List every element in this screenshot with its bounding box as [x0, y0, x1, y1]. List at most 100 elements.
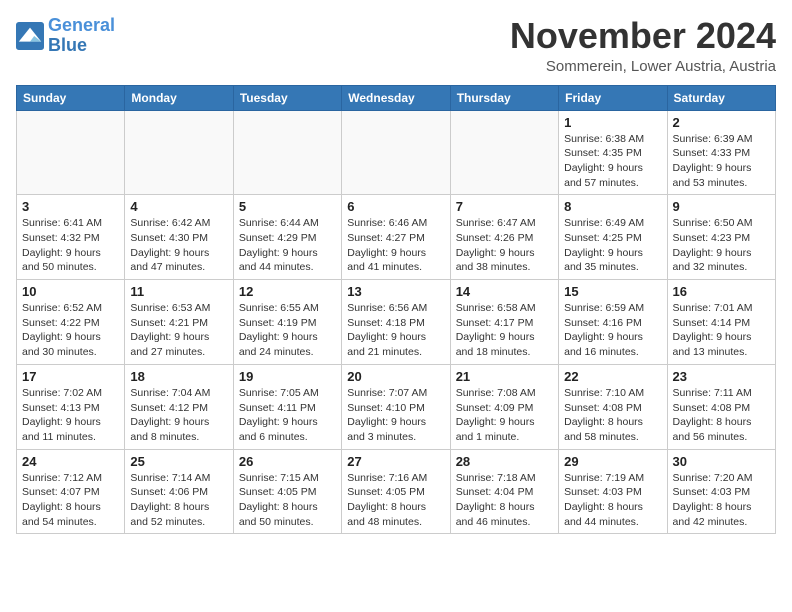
calendar-cell: 2 Sunrise: 6:39 AM Sunset: 4:33 PM Daylig… [667, 110, 775, 195]
calendar-cell: 12 Sunrise: 6:55 AM Sunset: 4:19 PM Dayli… [233, 280, 341, 365]
calendar-cell: 14 Sunrise: 6:58 AM Sunset: 4:17 PM Dayli… [450, 280, 558, 365]
day-info: Sunrise: 6:39 AM Sunset: 4:33 PM Dayligh… [673, 132, 770, 191]
calendar-cell: 29 Sunrise: 7:19 AM Sunset: 4:03 PM Dayli… [559, 449, 667, 534]
day-number: 18 [130, 369, 227, 384]
calendar-body: 1 Sunrise: 6:38 AM Sunset: 4:35 PM Daylig… [17, 110, 776, 534]
day-number: 19 [239, 369, 336, 384]
weekday-header-wednesday: Wednesday [342, 85, 450, 110]
weekday-header-saturday: Saturday [667, 85, 775, 110]
day-number: 29 [564, 454, 661, 469]
day-info: Sunrise: 6:44 AM Sunset: 4:29 PM Dayligh… [239, 216, 336, 275]
day-info: Sunrise: 6:53 AM Sunset: 4:21 PM Dayligh… [130, 301, 227, 360]
logo-line2: Blue [48, 35, 87, 55]
calendar-week-0: 1 Sunrise: 6:38 AM Sunset: 4:35 PM Daylig… [17, 110, 776, 195]
calendar-cell: 25Sunrise: 7:14 AM Sunset: 4:06 PM Dayli… [125, 449, 233, 534]
calendar-cell: 23 Sunrise: 7:11 AM Sunset: 4:08 PM Dayli… [667, 364, 775, 449]
day-number: 15 [564, 284, 661, 299]
day-info: Sunrise: 6:49 AM Sunset: 4:25 PM Dayligh… [564, 216, 661, 275]
day-number: 30 [673, 454, 770, 469]
title-block: November 2024 Sommerein, Lower Austria, … [510, 16, 776, 75]
calendar-cell: 4 Sunrise: 6:42 AM Sunset: 4:30 PM Daylig… [125, 195, 233, 280]
calendar-cell: 13Sunrise: 6:56 AM Sunset: 4:18 PM Dayli… [342, 280, 450, 365]
day-number: 1 [564, 115, 661, 130]
calendar-cell: 11Sunrise: 6:53 AM Sunset: 4:21 PM Dayli… [125, 280, 233, 365]
day-info: Sunrise: 6:38 AM Sunset: 4:35 PM Dayligh… [564, 132, 661, 191]
calendar-week-3: 17Sunrise: 7:02 AM Sunset: 4:13 PM Dayli… [17, 364, 776, 449]
calendar-week-1: 3Sunrise: 6:41 AM Sunset: 4:32 PM Daylig… [17, 195, 776, 280]
day-number: 4 [130, 199, 227, 214]
logo: General Blue [16, 16, 115, 56]
day-number: 23 [673, 369, 770, 384]
day-info: Sunrise: 7:08 AM Sunset: 4:09 PM Dayligh… [456, 386, 553, 445]
day-info: Sunrise: 7:14 AM Sunset: 4:06 PM Dayligh… [130, 471, 227, 530]
calendar-cell: 21 Sunrise: 7:08 AM Sunset: 4:09 PM Dayli… [450, 364, 558, 449]
day-number: 24 [22, 454, 119, 469]
calendar-cell [342, 110, 450, 195]
day-info: Sunrise: 7:04 AM Sunset: 4:12 PM Dayligh… [130, 386, 227, 445]
logo-line1: General [48, 15, 115, 35]
calendar-cell: 20 Sunrise: 7:07 AM Sunset: 4:10 PM Dayli… [342, 364, 450, 449]
calendar-cell: 1 Sunrise: 6:38 AM Sunset: 4:35 PM Daylig… [559, 110, 667, 195]
day-info: Sunrise: 6:58 AM Sunset: 4:17 PM Dayligh… [456, 301, 553, 360]
calendar-cell: 7 Sunrise: 6:47 AM Sunset: 4:26 PM Daylig… [450, 195, 558, 280]
day-number: 27 [347, 454, 444, 469]
calendar-cell: 8 Sunrise: 6:49 AM Sunset: 4:25 PM Daylig… [559, 195, 667, 280]
calendar-cell: 18 Sunrise: 7:04 AM Sunset: 4:12 PM Dayli… [125, 364, 233, 449]
day-info: Sunrise: 7:15 AM Sunset: 4:05 PM Dayligh… [239, 471, 336, 530]
logo-text: General Blue [48, 16, 115, 56]
day-number: 20 [347, 369, 444, 384]
day-number: 17 [22, 369, 119, 384]
calendar-cell: 9Sunrise: 6:50 AM Sunset: 4:23 PM Daylig… [667, 195, 775, 280]
day-number: 22 [564, 369, 661, 384]
day-info: Sunrise: 7:01 AM Sunset: 4:14 PM Dayligh… [673, 301, 770, 360]
weekday-header-monday: Monday [125, 85, 233, 110]
day-info: Sunrise: 7:19 AM Sunset: 4:03 PM Dayligh… [564, 471, 661, 530]
weekday-header-thursday: Thursday [450, 85, 558, 110]
day-info: Sunrise: 6:47 AM Sunset: 4:26 PM Dayligh… [456, 216, 553, 275]
month-title: November 2024 [510, 16, 776, 56]
day-number: 28 [456, 454, 553, 469]
day-info: Sunrise: 6:42 AM Sunset: 4:30 PM Dayligh… [130, 216, 227, 275]
calendar-cell: 24 Sunrise: 7:12 AM Sunset: 4:07 PM Dayli… [17, 449, 125, 534]
calendar-week-4: 24 Sunrise: 7:12 AM Sunset: 4:07 PM Dayli… [17, 449, 776, 534]
day-number: 26 [239, 454, 336, 469]
calendar-cell: 5 Sunrise: 6:44 AM Sunset: 4:29 PM Daylig… [233, 195, 341, 280]
day-info: Sunrise: 6:56 AM Sunset: 4:18 PM Dayligh… [347, 301, 444, 360]
calendar-cell [17, 110, 125, 195]
day-info: Sunrise: 7:10 AM Sunset: 4:08 PM Dayligh… [564, 386, 661, 445]
day-info: Sunrise: 6:41 AM Sunset: 4:32 PM Dayligh… [22, 216, 119, 275]
day-info: Sunrise: 6:55 AM Sunset: 4:19 PM Dayligh… [239, 301, 336, 360]
day-number: 8 [564, 199, 661, 214]
day-number: 5 [239, 199, 336, 214]
weekday-header-row: SundayMondayTuesdayWednesdayThursdayFrid… [17, 85, 776, 110]
day-info: Sunrise: 6:59 AM Sunset: 4:16 PM Dayligh… [564, 301, 661, 360]
day-info: Sunrise: 7:05 AM Sunset: 4:11 PM Dayligh… [239, 386, 336, 445]
calendar-cell: 27 Sunrise: 7:16 AM Sunset: 4:05 PM Dayli… [342, 449, 450, 534]
day-info: Sunrise: 7:16 AM Sunset: 4:05 PM Dayligh… [347, 471, 444, 530]
day-number: 12 [239, 284, 336, 299]
calendar-cell: 16Sunrise: 7:01 AM Sunset: 4:14 PM Dayli… [667, 280, 775, 365]
day-info: Sunrise: 7:12 AM Sunset: 4:07 PM Dayligh… [22, 471, 119, 530]
day-info: Sunrise: 6:50 AM Sunset: 4:23 PM Dayligh… [673, 216, 770, 275]
day-number: 14 [456, 284, 553, 299]
day-info: Sunrise: 7:11 AM Sunset: 4:08 PM Dayligh… [673, 386, 770, 445]
day-number: 21 [456, 369, 553, 384]
calendar-cell: 30 Sunrise: 7:20 AM Sunset: 4:03 PM Dayli… [667, 449, 775, 534]
calendar-week-2: 10Sunrise: 6:52 AM Sunset: 4:22 PM Dayli… [17, 280, 776, 365]
day-info: Sunrise: 7:18 AM Sunset: 4:04 PM Dayligh… [456, 471, 553, 530]
calendar-cell: 10Sunrise: 6:52 AM Sunset: 4:22 PM Dayli… [17, 280, 125, 365]
day-number: 2 [673, 115, 770, 130]
calendar-header: SundayMondayTuesdayWednesdayThursdayFrid… [17, 85, 776, 110]
calendar-cell: 19 Sunrise: 7:05 AM Sunset: 4:11 PM Dayli… [233, 364, 341, 449]
weekday-header-friday: Friday [559, 85, 667, 110]
calendar-cell: 15 Sunrise: 6:59 AM Sunset: 4:16 PM Dayli… [559, 280, 667, 365]
day-info: Sunrise: 7:20 AM Sunset: 4:03 PM Dayligh… [673, 471, 770, 530]
day-info: Sunrise: 6:46 AM Sunset: 4:27 PM Dayligh… [347, 216, 444, 275]
calendar-cell: 17Sunrise: 7:02 AM Sunset: 4:13 PM Dayli… [17, 364, 125, 449]
location: Sommerein, Lower Austria, Austria [510, 58, 776, 75]
day-info: Sunrise: 7:07 AM Sunset: 4:10 PM Dayligh… [347, 386, 444, 445]
weekday-header-tuesday: Tuesday [233, 85, 341, 110]
page-header: General Blue November 2024 Sommerein, Lo… [16, 16, 776, 75]
day-number: 7 [456, 199, 553, 214]
calendar-cell [450, 110, 558, 195]
